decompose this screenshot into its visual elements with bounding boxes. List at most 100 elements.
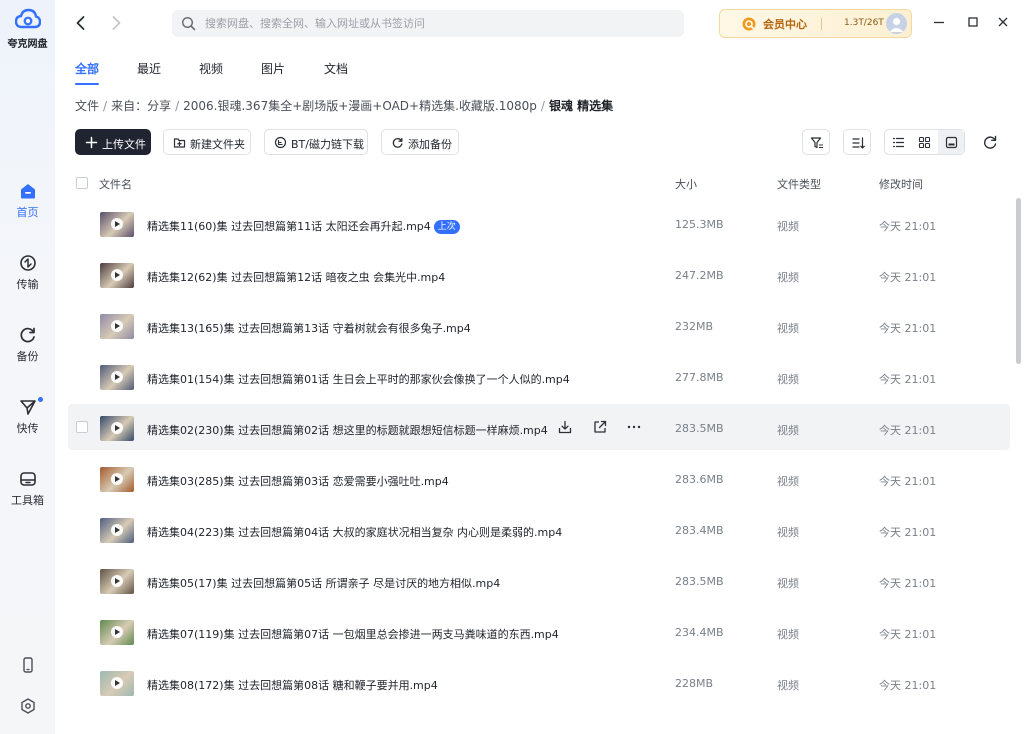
play-icon — [111, 524, 123, 536]
settings-button[interactable] — [0, 697, 55, 718]
file-size: 283.6MB — [675, 473, 724, 486]
sidebar-item-backup[interactable]: 备份 — [0, 325, 55, 364]
table-row[interactable]: 精选集04(223)集 过去回想篇第04话 大叔的家庭状况相当复杂 内心则是柔弱… — [68, 506, 1010, 552]
table-row[interactable]: 精选集13(165)集 过去回想篇第13话 守着树就会有很多兔子.mp4 232M… — [68, 302, 1010, 348]
refresh-icon[interactable] — [982, 134, 998, 150]
header-modified[interactable]: 修改时间 — [879, 176, 923, 192]
table-row[interactable]: 精选集08(172)集 过去回想篇第08话 糖和鞭子要并用.mp4 228MB 视频… — [68, 659, 1010, 705]
file-name[interactable]: 精选集04(223)集 过去回想篇第04话 大叔的家庭状况相当复杂 内心则是柔弱… — [147, 524, 562, 540]
file-name[interactable]: 精选集13(165)集 过去回想篇第13话 守着树就会有很多兔子.mp4 — [147, 320, 471, 336]
file-name[interactable]: 精选集03(285)集 过去回想篇第03话 恋爱需要小强吐吐.mp4 — [147, 473, 449, 489]
play-icon — [111, 320, 123, 332]
file-name[interactable]: 精选集11(60)集 过去回想篇第11话 太阳还会再升起.mp4 上次 — [147, 218, 460, 234]
grid-view-button[interactable] — [911, 130, 937, 154]
plus-icon — [85, 136, 98, 149]
header-size[interactable]: 大小 — [675, 176, 697, 192]
tab-video[interactable]: 视频 — [199, 60, 223, 77]
tab-recent[interactable]: 最近 — [137, 60, 161, 77]
video-thumbnail — [100, 314, 134, 339]
video-thumbnail — [100, 518, 134, 543]
file-type: 视频 — [777, 628, 799, 641]
new-folder-label: 新建文件夹 — [190, 138, 245, 151]
header-name[interactable]: 文件名 — [99, 176, 132, 192]
app-name: 夸克网盘 — [7, 39, 48, 50]
maximize-icon[interactable] — [965, 14, 981, 30]
list-view-button[interactable] — [885, 130, 911, 154]
play-icon — [111, 422, 123, 434]
scrollbar[interactable] — [1016, 198, 1021, 364]
breadcrumb-item-shared[interactable]: 来自：分享 — [111, 99, 171, 113]
file-name[interactable]: 精选集12(62)集 过去回想篇第12话 暗夜之虫 会集光中.mp4 — [147, 269, 445, 285]
tab-all[interactable]: 全部 — [75, 60, 99, 77]
file-modified-time: 今天 21:01 — [879, 322, 937, 335]
avatar[interactable] — [886, 13, 907, 34]
breadcrumb-item-folder[interactable]: 2006.银魂.367集全+剧场版+漫画+OAD+精选集.收藏版.1080p — [183, 99, 537, 113]
play-icon — [111, 677, 123, 689]
row-checkbox[interactable] — [76, 421, 88, 433]
file-size: 125.3MB — [675, 218, 724, 231]
play-icon — [111, 575, 123, 587]
sidebar-item-quick-send[interactable]: 快传 — [0, 397, 55, 436]
header-type[interactable]: 文件类型 — [777, 176, 821, 192]
file-size: 228MB — [675, 677, 714, 690]
sidebar-item-label: 快传 — [16, 422, 39, 435]
new-folder-icon — [173, 138, 186, 148]
table-row[interactable]: 精选集12(62)集 过去回想篇第12话 暗夜之虫 会集光中.mp4 247.2M… — [68, 251, 1010, 297]
filter-button[interactable] — [802, 129, 830, 155]
file-modified-time: 今天 21:01 — [879, 628, 937, 641]
magnet-icon — [274, 136, 287, 149]
table-row[interactable]: 精选集11(60)集 过去回想篇第11话 太阳还会再升起.mp4 上次 125.3M… — [68, 200, 1010, 246]
close-icon[interactable] — [995, 14, 1011, 30]
video-thumbnail — [100, 671, 134, 696]
more-icon[interactable] — [626, 419, 642, 435]
file-name[interactable]: 精选集02(230)集 过去回想篇第02话 想这里的标题就跟想短信标题一样麻烦.… — [147, 422, 548, 438]
file-name[interactable]: 精选集05(17)集 过去回想篇第05话 所谓亲子 尽是讨厌的地方相似.mp4 — [147, 575, 500, 591]
add-backup-button[interactable]: 添加备份 — [381, 129, 459, 155]
video-thumbnail — [100, 263, 134, 288]
sidebar-item-transfer[interactable]: 传输 — [0, 253, 55, 292]
vip-center-label: 会员中心 — [763, 18, 807, 31]
search-input[interactable] — [205, 10, 675, 37]
tab-document[interactable]: 文档 — [324, 60, 348, 77]
forward-icon[interactable] — [106, 13, 126, 33]
table-row[interactable]: 精选集07(119)集 过去回想篇第07话 一包烟里总会掺进一两支马粪味道的东西… — [68, 608, 1010, 654]
table-row[interactable]: 精选集03(285)集 过去回想篇第03话 恋爱需要小强吐吐.mp4 283.6M… — [68, 455, 1010, 501]
upload-button[interactable]: 上传文件 — [75, 129, 151, 155]
view-mode-switcher — [884, 129, 965, 155]
file-modified-time: 今天 21:01 — [879, 271, 937, 284]
file-size: 283.5MB — [675, 422, 724, 435]
sidebar-item-home[interactable]: 首页 — [0, 181, 55, 220]
file-modified-time: 今天 21:01 — [879, 526, 937, 539]
share-icon[interactable] — [592, 419, 608, 435]
vip-center-button[interactable]: 会员中心 1.3T/26T — [719, 9, 912, 38]
sidebar-item-toolbox[interactable]: 工具箱 — [0, 469, 55, 508]
sort-button[interactable] — [843, 129, 871, 155]
breadcrumb-separator: / — [175, 99, 180, 113]
home-icon — [20, 184, 35, 199]
breadcrumb-item-files[interactable]: 文件 — [75, 99, 99, 113]
back-icon[interactable] — [71, 13, 91, 33]
table-row[interactable]: 精选集05(17)集 过去回想篇第05话 所谓亲子 尽是讨厌的地方相似.mp4 2… — [68, 557, 1010, 603]
video-thumbnail — [100, 365, 134, 390]
file-name[interactable]: 精选集01(154)集 过去回想篇第01话 生日会上平时的那家伙会像换了一个人似… — [147, 371, 570, 387]
preview-view-button[interactable] — [938, 130, 964, 154]
file-name[interactable]: 精选集07(119)集 过去回想篇第07话 一包烟里总会掺进一两支马粪味道的东西… — [147, 626, 559, 642]
vip-icon — [742, 17, 756, 31]
new-folder-button[interactable]: 新建文件夹 — [163, 129, 251, 155]
file-size: 234.4MB — [675, 626, 724, 639]
app-logo[interactable]: 夸克网盘 — [0, 8, 55, 50]
bt-download-button[interactable]: BT/磁力链下载 — [264, 129, 368, 155]
tab-image[interactable]: 图片 — [261, 60, 285, 77]
grid-view-icon — [918, 136, 931, 149]
file-modified-time: 今天 21:01 — [879, 373, 937, 386]
table-row[interactable]: 精选集01(154)集 过去回想篇第01话 生日会上平时的那家伙会像换了一个人似… — [68, 353, 1010, 399]
phone-button[interactable] — [0, 656, 55, 677]
select-all-checkbox[interactable] — [76, 177, 88, 189]
breadcrumb-separator: / — [540, 99, 545, 113]
minimize-icon[interactable] — [931, 14, 947, 30]
file-name[interactable]: 精选集08(172)集 过去回想篇第08话 糖和鞭子要并用.mp4 — [147, 677, 438, 693]
download-icon[interactable] — [557, 419, 573, 435]
table-row[interactable]: 精选集02(230)集 过去回想篇第02话 想这里的标题就跟想短信标题一样麻烦.… — [68, 404, 1010, 450]
play-icon — [111, 269, 123, 281]
search-bar[interactable] — [172, 10, 684, 37]
